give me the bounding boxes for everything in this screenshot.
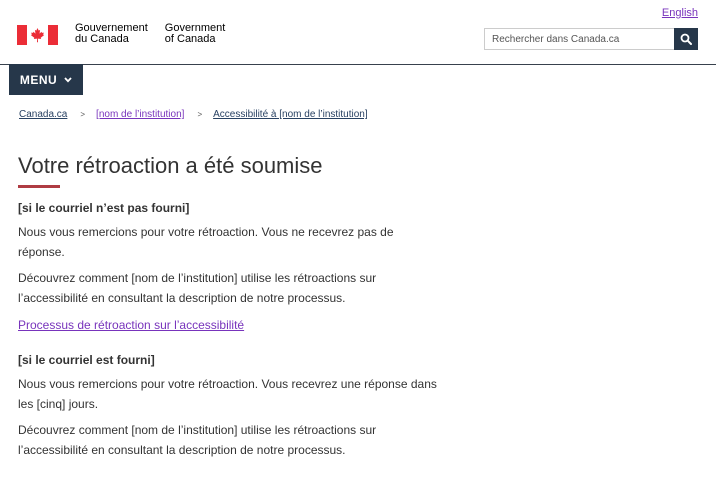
breadcrumb-separator: > [80,110,86,119]
canada-flag-icon [17,25,58,45]
process-info-text: Découvrez comment [nom de l’institution]… [18,271,377,305]
menu-button[interactable]: MENU [9,64,83,95]
section-heading-no-email: [si le courriel n’est pas fourni] [18,201,190,215]
menu-label: MENU [19,72,58,87]
signature-en-line2: of Canada [164,33,216,45]
thank-you-no-reply-text: Nous vous remercions pour votre rétroact… [18,225,394,259]
language-toggle-link[interactable]: English [662,7,698,19]
chevron-down-icon [64,76,72,83]
search-button[interactable] [674,28,698,50]
signature-english: Government of Canada [165,23,226,45]
breadcrumb-separator: > [197,110,203,119]
signature-french: Gouvernement du Canada [75,23,148,45]
section-heading-with-email: [si le courriel est fourni] [18,353,155,367]
breadcrumb-institution-link[interactable]: [nom de l’institution] [96,109,184,120]
search-icon [680,33,692,45]
breadcrumb-canada-link[interactable]: Canada.ca [19,109,67,120]
main-content: Votre rétroaction a été soumise [si le c… [18,150,438,460]
government-signature[interactable]: Gouvernement du Canada Government of Can… [17,23,225,45]
title-underline [18,185,60,188]
search-form [484,28,698,50]
signature-fr-line2: du Canada [75,33,129,45]
feedback-process-link[interactable]: Processus de rétroaction sur l’accessibi… [18,315,244,335]
thank-you-reply-text: Nous vous remercions pour votre rétroact… [18,377,437,411]
site-header: English Gouvernement du Canada Governmen… [0,0,716,65]
breadcrumb-accessibility-link[interactable]: Accessibilité à [nom de l’institution] [213,109,368,120]
process-info-text-2: Découvrez comment [nom de l’institution]… [18,423,377,457]
search-input[interactable] [484,28,674,50]
breadcrumb: Canada.ca > [nom de l’institution] > Acc… [19,109,368,120]
page-title: Votre rétroaction a été soumise [18,153,323,178]
